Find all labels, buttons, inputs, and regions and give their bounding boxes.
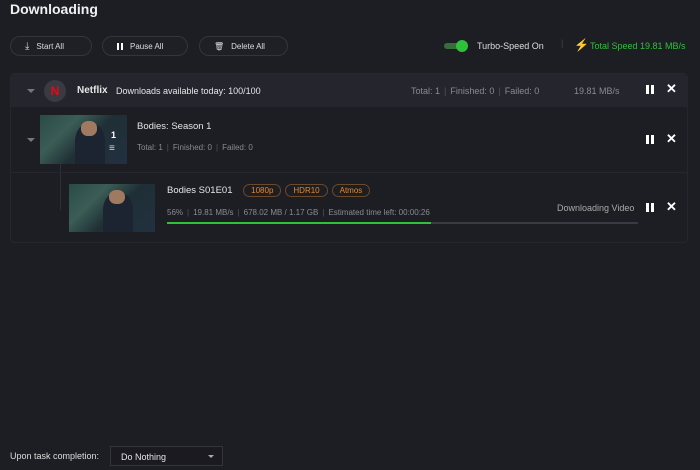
episode-pause-button[interactable] xyxy=(646,203,654,212)
group-pause-button[interactable] xyxy=(646,85,654,94)
pause-all-label: Pause All xyxy=(130,41,164,51)
season-caret-icon[interactable] xyxy=(27,138,35,142)
downloads-available: Downloads available today: 100/100 xyxy=(116,86,261,96)
playlist-icon: ≡ xyxy=(109,143,115,154)
completion-selected: Do Nothing xyxy=(121,452,167,462)
download-icon: ⤓ xyxy=(25,40,30,52)
collapse-caret-icon[interactable] xyxy=(27,89,35,93)
tree-line xyxy=(60,162,61,210)
episode-title: Bodies S01E01 xyxy=(167,185,233,196)
season-close-button[interactable]: ✕ xyxy=(666,131,677,147)
season-stats: Total: 1 | Finished: 0 | Failed: 0 xyxy=(137,143,253,152)
episode-title-row: Bodies S01E01 1080p HDR10 Atmos xyxy=(167,184,371,197)
episode-status: Downloading Video xyxy=(557,203,635,213)
pause-icon xyxy=(117,42,123,50)
start-all-button[interactable]: ⤓ Start All xyxy=(10,36,92,56)
group-header: N Netflix Downloads available today: 100… xyxy=(11,74,687,107)
progress-fill xyxy=(167,222,431,224)
netflix-logo-icon: N xyxy=(44,80,66,102)
netflix-group: N Netflix Downloads available today: 100… xyxy=(10,73,688,243)
tag-hdr: HDR10 xyxy=(285,184,328,197)
group-close-button[interactable]: ✕ xyxy=(666,81,677,97)
group-stats: Total: 1 | Finished: 0 | Failed: 0 xyxy=(411,86,540,96)
delete-all-button[interactable]: 🗑 Delete All xyxy=(199,36,288,56)
trash-icon: 🗑 xyxy=(214,41,225,51)
total-speed: Total Speed 19.81 MB/s xyxy=(590,41,686,51)
episode-close-button[interactable]: ✕ xyxy=(666,199,677,215)
tag-resolution: 1080p xyxy=(243,184,282,197)
pause-all-button[interactable]: Pause All xyxy=(102,36,188,56)
completion-label: Upon task completion: xyxy=(10,451,100,461)
delete-all-label: Delete All xyxy=(231,41,265,51)
completion-select[interactable]: Do Nothing xyxy=(110,446,223,466)
divider: | xyxy=(561,38,564,48)
start-all-label: Start All xyxy=(36,41,64,51)
service-name: Netflix xyxy=(77,85,108,96)
progress-bar xyxy=(167,222,638,224)
turbo-speed-label: Turbo-Speed On xyxy=(477,41,544,51)
turbo-speed-toggle[interactable] xyxy=(444,40,468,52)
season-title: Bodies: Season 1 xyxy=(137,121,212,132)
episode-stats: 56% | 19.81 MB/s | 678.02 MB / 1.17 GB | Estim… xyxy=(167,208,430,217)
season-episode-count: 1 xyxy=(111,130,117,140)
chevron-down-icon xyxy=(208,455,214,458)
page-title: Downloading xyxy=(10,1,98,17)
tag-audio: Atmos xyxy=(331,184,371,197)
episode-thumbnail xyxy=(69,184,155,232)
lightning-icon: ⚡ xyxy=(574,38,589,52)
season-pause-button[interactable] xyxy=(646,135,654,144)
group-speed: 19.81 MB/s xyxy=(574,86,620,96)
